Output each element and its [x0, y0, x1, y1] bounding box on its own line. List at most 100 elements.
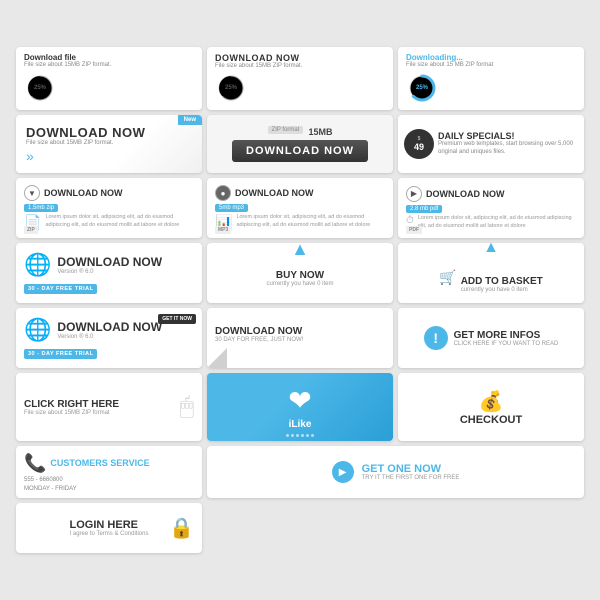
basket-sub: currently you have 0 item — [461, 287, 543, 293]
cust-title: CUSTOMERS SERVICE — [50, 458, 149, 468]
get-one-card[interactable]: ▶ GET ONE NOW TRY IT THE FIRST ONE FOR F… — [207, 446, 584, 498]
card1-sub: File size about 15MB ZIP format. — [24, 62, 111, 68]
chevron-icon: » — [26, 148, 34, 164]
get-more-infos-card[interactable]: ! GET MORE INFOS CLICK HERE IF YOU WANT … — [398, 308, 584, 368]
login-title[interactable]: LOGIN HERE — [70, 519, 149, 531]
login-text: LOGIN HERE I agree to Terms & Conditions — [70, 519, 149, 537]
customers-service-card[interactable]: 📞 CUSTOMERS SERVICE 555 - 6660800 MONDAY… — [16, 446, 202, 498]
get-one-sub: TRY IT THE FIRST ONE FOR FREE — [362, 475, 460, 481]
r3c2-title: DOWNLOAD NOW — [235, 188, 314, 198]
ilike-text: iLike — [289, 419, 312, 430]
download-zip-card[interactable]: ▼ DOWNLOAD NOW 1.5mb zip 📄 Lorem ipsum d… — [16, 178, 202, 238]
phone-icon: 📞 — [24, 453, 46, 474]
add-to-basket-card[interactable]: ▲ 🛒 ADD TO BASKET currently you have 0 i… — [398, 243, 584, 303]
get-one-text: GET ONE NOW TRY IT THE FIRST ONE FOR FRE… — [362, 463, 460, 481]
login-sub: I agree to Terms & Conditions — [70, 531, 149, 537]
buy-now-card[interactable]: ▲ BUY NOW currently you have 0 item — [207, 243, 393, 303]
download-version-card-left[interactable]: 🌐 DOWNLOAD NOW Version ® 6.0 30 - DAY FR… — [16, 243, 202, 303]
cust-hours: MONDAY - FRIDAY — [24, 486, 77, 492]
progress-ring-2: 25% — [215, 72, 247, 104]
main-container: Download file File size about 15MB ZIP f… — [10, 41, 590, 559]
card2-title: DOWNLOAD NOW — [215, 53, 302, 63]
curl-title: DOWNLOAD NOW — [215, 326, 302, 337]
times-icon: ⏱ — [406, 215, 414, 226]
r3c3-body: Lorem ipsum dolor sit, adipiscing elit, … — [418, 215, 576, 230]
curl-sub: 30 DAY FOR FREE, JUST NOW! — [215, 337, 303, 343]
basket-icon: 🛒 — [439, 269, 456, 286]
trial-bar-left: 30 - DAY FREE TRIAL — [24, 284, 97, 294]
zip-size: 15MB — [308, 127, 332, 137]
ilike-card[interactable]: ❤ iLike — [207, 373, 393, 441]
play-circle-icon: ▶ — [332, 461, 354, 483]
buy-now-title[interactable]: BUY NOW — [276, 270, 324, 281]
price-badge: $ 49 — [404, 129, 434, 159]
pct-1: 25% — [34, 85, 46, 91]
dl-big-title: DOWNLOAD NOW — [26, 125, 145, 140]
r4c1-version: Version ® 6.0 — [57, 269, 162, 275]
curl-corner — [207, 348, 227, 368]
download-file-card[interactable]: Download file File size about 15MB ZIP f… — [16, 47, 202, 110]
info-sub: CLICK HERE IF YOU WANT TO READ — [454, 341, 559, 347]
r3c2-body: Lorem ipsum dolor sit, adipiscing elit, … — [236, 214, 385, 229]
pct-2: 25% — [225, 85, 237, 91]
card3-sub: File size about 15 MB ZIP format — [406, 62, 493, 68]
daily-specials-card[interactable]: $ 49 DAILY SPECIALS! Premium web templat… — [398, 115, 584, 173]
download-big-card[interactable]: New DOWNLOAD NOW File size about 15MB ZI… — [16, 115, 202, 173]
download-now-card-progress[interactable]: DOWNLOAD NOW File size about 15MB ZIP fo… — [207, 47, 393, 110]
globe-icon: 🌐 — [24, 252, 51, 278]
r4c4-title: DOWNLOAD NOW — [57, 320, 162, 334]
downloading-card[interactable]: Downloading... File size about 15 MB ZIP… — [398, 47, 584, 110]
dl-big-sub: File size about 15MB ZIP format. — [26, 140, 113, 146]
r4c1-title: DOWNLOAD NOW — [57, 255, 162, 269]
progress-ring-3: 25% — [406, 72, 438, 104]
r3c1-title: DOWNLOAD NOW — [44, 188, 123, 198]
card2-sub: File size about 15MB ZIP format. — [215, 63, 302, 69]
checkout-card[interactable]: 💰 CHECKOUT — [398, 373, 584, 441]
pct-3: 25% — [416, 85, 428, 91]
click-right-here-card[interactable]: CLICK RIGHT HERE File size about 15MB ZI… — [16, 373, 202, 441]
exclaim-icon: ! — [424, 326, 448, 350]
one-word: ONE — [387, 463, 411, 475]
click-title[interactable]: CLICK RIGHT HERE — [24, 399, 119, 410]
ilike-dots — [207, 434, 393, 437]
now-word: NOW — [414, 463, 441, 475]
info-title: GET MORE INFOS — [454, 330, 559, 341]
file-tag-3: 2.8 mb pdf — [406, 205, 442, 213]
basket-title[interactable]: ADD TO BASKET — [461, 276, 543, 287]
download-pdf-card[interactable]: ▶ DOWNLOAD NOW 2.8 mb pdf ⏱ Lorem ipsum … — [398, 178, 584, 238]
basket-arrow-icon: ▲ — [483, 239, 499, 257]
globe-icon-2: 🌐 — [24, 317, 51, 343]
card3-title: Downloading... — [406, 53, 493, 62]
trial-bar-right: 30 - DAY FREE TRIAL — [24, 349, 97, 359]
download-version-card-right[interactable]: 🌐 DOWNLOAD NOW Version ® 6.0 30 - DAY FR… — [16, 308, 202, 368]
new-ribbon: New — [178, 115, 202, 125]
mouse-icon: 🖱 — [180, 393, 194, 421]
cust-phone: 555 - 6660800 — [24, 477, 63, 483]
login-here-card[interactable]: LOGIN HERE I agree to Terms & Conditions… — [16, 503, 202, 553]
file-tag-2: 5mb mp3 — [215, 204, 248, 212]
zip-format-label: ZIP format — [268, 126, 304, 134]
click-sub: File size about 15MB ZIP format — [24, 410, 119, 416]
card1-title: Download file — [24, 53, 111, 62]
heart-icon: ❤ — [288, 384, 311, 417]
buy-now-sub: currently you have 0 item — [266, 281, 333, 287]
up-arrow-icon: ▲ — [291, 239, 309, 260]
lock-icon: 🔒 — [169, 516, 194, 541]
get-word: GET — [362, 463, 388, 475]
r3c1-body: Lorem ipsum dolor sit, adipiscing elit, … — [45, 214, 194, 229]
download-mp3-card[interactable]: ● DOWNLOAD NOW 5mb mp3 📊 Lorem ipsum dol… — [207, 178, 393, 238]
play-icon: ▶ — [406, 186, 422, 202]
checkout-title[interactable]: CHECKOUT — [460, 414, 522, 426]
coins-icon: 💰 — [479, 389, 504, 414]
get-it-badge: GET IT NOW — [158, 314, 196, 324]
zip-download-btn[interactable]: DOWNLOAD NOW — [232, 140, 368, 162]
daily-text: DAILY SPECIALS! Premium web templates, s… — [438, 131, 578, 157]
r3c3-title: DOWNLOAD NOW — [426, 189, 505, 199]
curl-download-card[interactable]: DOWNLOAD NOW 30 DAY FOR FREE, JUST NOW! — [207, 308, 393, 368]
type-badge-3: PDF — [406, 226, 422, 234]
file-tag-1: 1.5mb zip — [24, 204, 58, 212]
r4c4-version: Version ® 6.0 — [57, 334, 162, 340]
zip-download-card[interactable]: ZIP format 15MB DOWNLOAD NOW — [207, 115, 393, 173]
type-badge-1: ZIP — [24, 226, 38, 234]
type-badge-2: MP3 — [215, 226, 231, 234]
